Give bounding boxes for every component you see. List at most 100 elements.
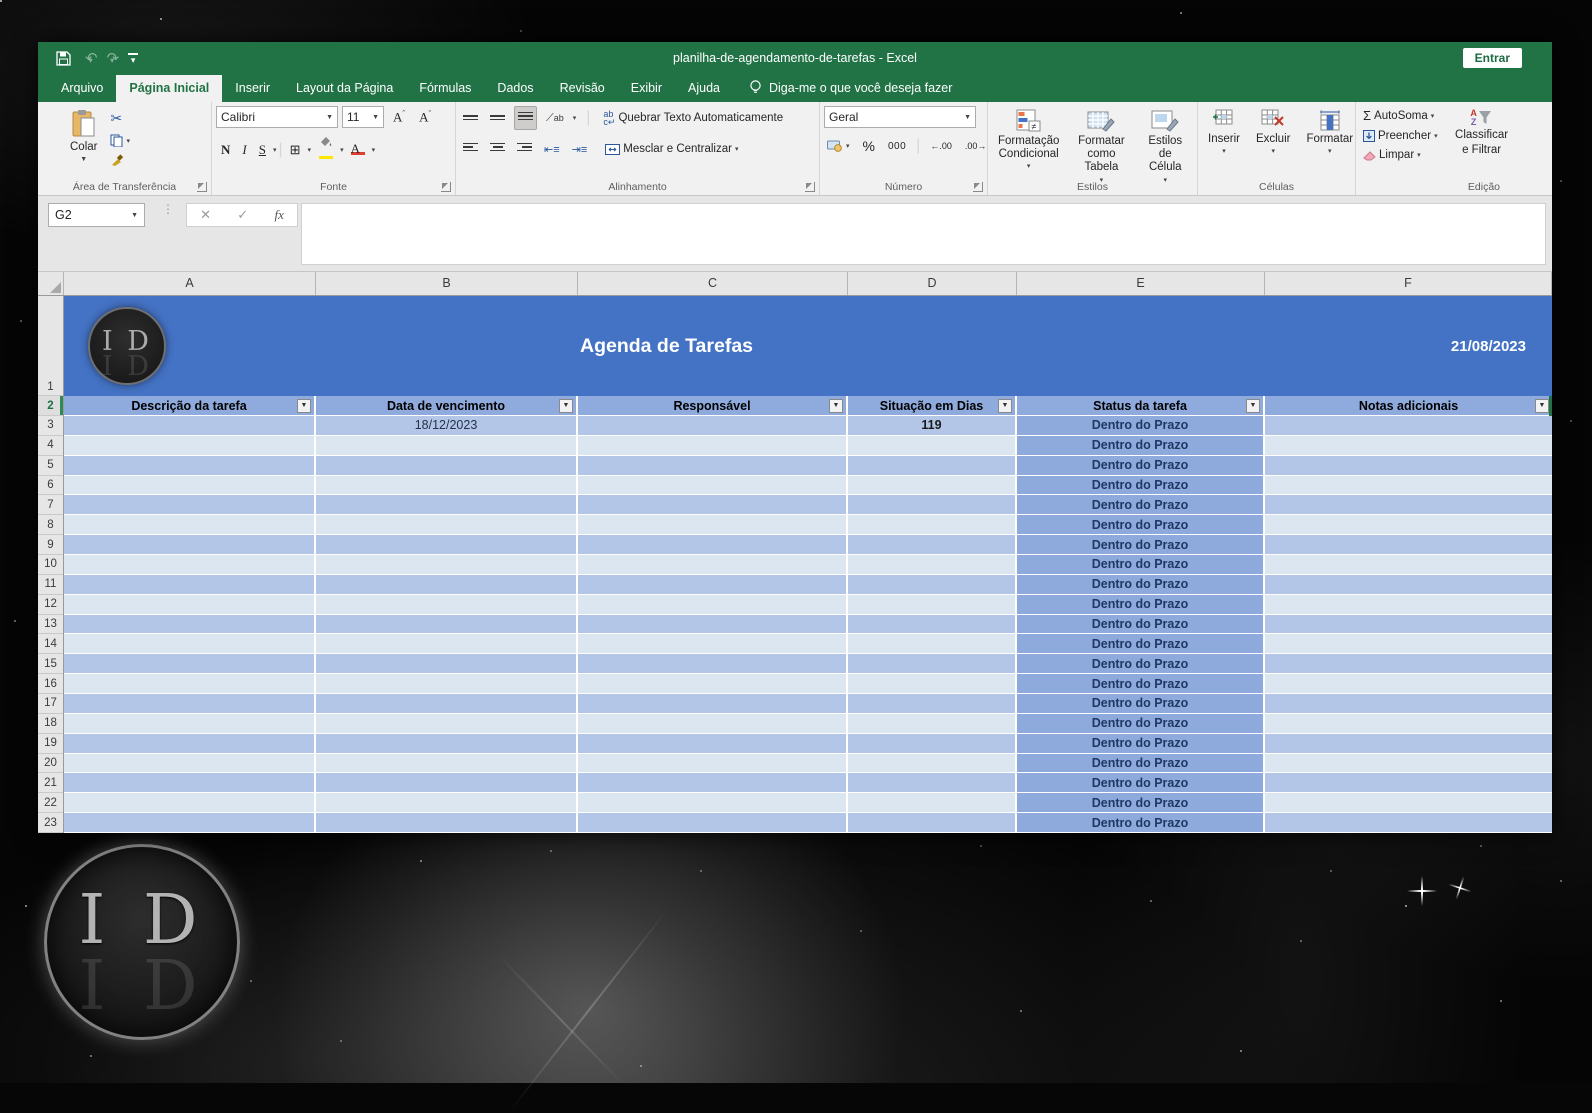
row-number-3[interactable]: 3: [38, 416, 63, 436]
cell-status[interactable]: Dentro do Prazo: [1017, 634, 1265, 654]
cell-due[interactable]: [316, 535, 578, 555]
cell-desc[interactable]: [64, 773, 316, 793]
cell-days[interactable]: [848, 773, 1017, 793]
filter-dropdown-icon[interactable]: ▼: [1246, 399, 1260, 413]
insert-function-icon[interactable]: fx: [274, 207, 283, 223]
row-number-15[interactable]: 15: [38, 654, 63, 674]
cell-days[interactable]: [848, 476, 1017, 496]
cell-desc[interactable]: [64, 813, 316, 833]
row-number-4[interactable]: 4: [38, 436, 63, 456]
italic-button[interactable]: I: [237, 141, 251, 159]
cell-desc[interactable]: [64, 515, 316, 535]
row-number-2[interactable]: 2: [38, 396, 63, 416]
cell-desc[interactable]: [64, 734, 316, 754]
cell-status[interactable]: Dentro do Prazo: [1017, 575, 1265, 595]
row-number-16[interactable]: 16: [38, 674, 63, 694]
tab-f-rmulas[interactable]: Fórmulas: [406, 75, 484, 102]
column-header-C[interactable]: C: [578, 272, 848, 295]
number-format-select[interactable]: Geral▼: [824, 106, 976, 128]
cell-notes[interactable]: [1265, 416, 1552, 436]
align-right-icon[interactable]: [514, 138, 535, 160]
cell-resp[interactable]: [578, 595, 848, 615]
cell-resp[interactable]: [578, 495, 848, 515]
accounting-format-icon[interactable]: ▾: [824, 138, 853, 154]
cell-days[interactable]: [848, 535, 1017, 555]
tab-dados[interactable]: Dados: [484, 75, 546, 102]
merge-center-button[interactable]: Mesclar e Centralizar▾: [602, 141, 741, 157]
cell-desc[interactable]: [64, 694, 316, 714]
row-number-22[interactable]: 22: [38, 793, 63, 813]
autosum-button[interactable]: Σ AutoSoma ▾: [1360, 106, 1441, 125]
delete-cells-button[interactable]: Excluir▾: [1250, 106, 1297, 159]
column-header-B[interactable]: B: [316, 272, 578, 295]
orientation-dropdown[interactable]: ▾: [573, 114, 577, 122]
row-number-12[interactable]: 12: [38, 595, 63, 615]
cell-due[interactable]: [316, 555, 578, 575]
cell-status[interactable]: Dentro do Prazo: [1017, 555, 1265, 575]
row-number-20[interactable]: 20: [38, 754, 63, 774]
column-header-D[interactable]: D: [848, 272, 1017, 295]
cell-desc[interactable]: [64, 654, 316, 674]
tab-p-gina-inicial[interactable]: Página Inicial: [116, 75, 222, 102]
cell-days[interactable]: [848, 436, 1017, 456]
cell-days[interactable]: [848, 793, 1017, 813]
cell-due[interactable]: [316, 634, 578, 654]
cell-desc[interactable]: [64, 495, 316, 515]
row-number-13[interactable]: 13: [38, 615, 63, 635]
cell-days[interactable]: [848, 515, 1017, 535]
fill-color-dropdown[interactable]: ▾: [340, 146, 344, 154]
font-color-dropdown[interactable]: ▾: [372, 146, 376, 154]
bold-button[interactable]: N: [216, 141, 235, 159]
redo-icon[interactable]: ↷▾: [107, 49, 115, 67]
conditional-formatting-button[interactable]: ≠ Formatação Condicional▾: [992, 106, 1065, 174]
format-as-table-button[interactable]: Formatar como Tabela▾: [1067, 106, 1135, 188]
header-cell[interactable]: Descrição da tarefa▼: [64, 396, 316, 416]
cell-resp[interactable]: [578, 734, 848, 754]
cell-desc[interactable]: [64, 615, 316, 635]
cell-status[interactable]: Dentro do Prazo: [1017, 674, 1265, 694]
row-number-1[interactable]: 1: [38, 296, 63, 396]
cell-days[interactable]: [848, 674, 1017, 694]
cell-resp[interactable]: [578, 714, 848, 734]
cell-resp[interactable]: [578, 575, 848, 595]
cell-days[interactable]: [848, 456, 1017, 476]
enter-icon[interactable]: ✓: [237, 207, 248, 223]
cell-resp[interactable]: [578, 654, 848, 674]
cell-resp[interactable]: [578, 416, 848, 436]
sort-filter-button[interactable]: AZ Classificare Filtrar: [1449, 106, 1515, 160]
row-number-14[interactable]: 14: [38, 634, 63, 654]
font-color-icon[interactable]: A: [346, 143, 370, 156]
cell-days[interactable]: [848, 575, 1017, 595]
cell-desc[interactable]: [64, 595, 316, 615]
cell-resp[interactable]: [578, 555, 848, 575]
cell-due[interactable]: [316, 773, 578, 793]
align-bottom-icon[interactable]: [514, 106, 537, 130]
cell-due[interactable]: [316, 734, 578, 754]
cell-due[interactable]: [316, 694, 578, 714]
cell-days[interactable]: [848, 654, 1017, 674]
underline-button[interactable]: S: [254, 141, 271, 159]
header-cell[interactable]: Notas adicionais▼: [1265, 396, 1552, 416]
borders-icon[interactable]: ⊞: [285, 141, 306, 159]
cell-days[interactable]: [848, 714, 1017, 734]
cell-notes[interactable]: [1265, 615, 1552, 635]
decrease-decimal-icon[interactable]: .00→: [962, 139, 990, 153]
cell-resp[interactable]: [578, 615, 848, 635]
wrap-text-button[interactable]: abc↵ Quebrar Texto Automaticamente: [600, 108, 786, 128]
cell-status[interactable]: Dentro do Prazo: [1017, 654, 1265, 674]
align-top-icon[interactable]: [460, 107, 481, 129]
header-cell[interactable]: Data de vencimento▼: [316, 396, 578, 416]
decrease-font-icon[interactable]: Aˇ: [414, 108, 436, 126]
header-cell[interactable]: Situação em Dias▼: [848, 396, 1017, 416]
tab-inserir[interactable]: Inserir: [222, 75, 283, 102]
cell-days[interactable]: [848, 615, 1017, 635]
cell-styles-button[interactable]: Estilos de Célula▾: [1138, 106, 1194, 188]
cell-notes[interactable]: [1265, 813, 1552, 833]
cell-days[interactable]: [848, 734, 1017, 754]
row-number-21[interactable]: 21: [38, 773, 63, 793]
cell-resp[interactable]: [578, 773, 848, 793]
copy-icon[interactable]: ▾: [107, 132, 133, 149]
dialog-launcher-icon[interactable]: [197, 182, 207, 192]
cell-due[interactable]: [316, 615, 578, 635]
increase-indent-icon[interactable]: ⇥≡: [569, 141, 591, 158]
